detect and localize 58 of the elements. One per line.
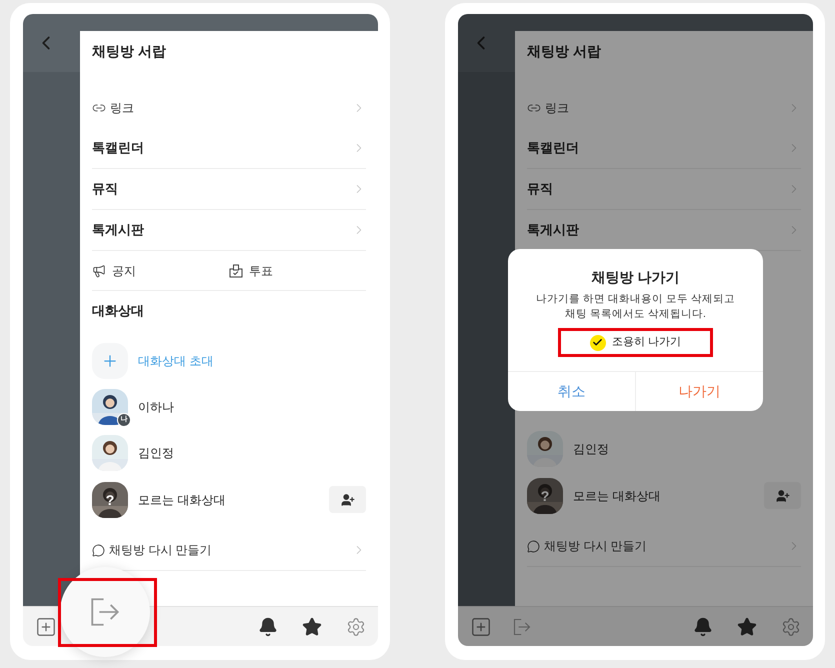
speech-bubble-icon xyxy=(92,544,105,556)
vote-item[interactable]: 투표 xyxy=(229,262,366,280)
menu-item[interactable]: 뮤직 xyxy=(527,169,801,210)
dialog-title: 채팅방 나가기 xyxy=(592,268,680,287)
notice-label: 공지 xyxy=(112,262,136,280)
member-item[interactable]: 김인정 xyxy=(527,426,801,472)
speech-bubble-icon xyxy=(527,540,540,552)
member-name: 김인정 xyxy=(138,445,174,462)
bell-icon[interactable] xyxy=(258,616,278,636)
member-name: 모르는 대화상대 xyxy=(573,488,660,504)
member-name: 김인정 xyxy=(573,441,609,458)
link-item[interactable]: 링크 xyxy=(527,88,801,128)
menu-item[interactable]: 톡캘린더 xyxy=(527,128,801,169)
question-mark: ? xyxy=(540,488,550,504)
check-icon xyxy=(592,337,604,348)
plus-square-icon[interactable] xyxy=(35,616,57,638)
menu-label: 톡캘린더 xyxy=(92,139,144,158)
option-label: 조용히 나가기 xyxy=(612,335,682,350)
notice-item[interactable]: 공지 xyxy=(92,262,229,280)
question-mark: ? xyxy=(105,492,115,508)
plus-square-icon[interactable] xyxy=(470,616,492,638)
menu-item[interactable]: 뮤직 xyxy=(92,169,366,210)
recreate-label: 채팅방 다시 만들기 xyxy=(544,538,647,555)
ballot-box-icon xyxy=(229,264,243,278)
member-item[interactable]: ? 모르는 대화상대 xyxy=(92,482,226,518)
recreate-label: 채팅방 다시 만들기 xyxy=(109,542,212,559)
invite-label: 대화상대 초대 xyxy=(138,353,214,370)
settings-icon[interactable] xyxy=(346,616,366,636)
member-item[interactable]: 김인정 xyxy=(92,430,366,476)
member-name: 이하나 xyxy=(138,399,174,416)
menu-label: 톡캘린더 xyxy=(527,139,579,158)
checkbox[interactable] xyxy=(590,334,606,350)
add-friend-button[interactable] xyxy=(329,486,366,513)
menu-label: 톡게시판 xyxy=(92,221,144,240)
settings-icon[interactable] xyxy=(781,616,801,636)
add-person-icon xyxy=(340,492,354,506)
bell-icon[interactable] xyxy=(693,616,713,636)
link-label: 링크 xyxy=(110,100,134,117)
menu-label: 뮤직 xyxy=(92,180,118,198)
megaphone-icon xyxy=(92,264,106,278)
recreate-item[interactable]: 채팅방 다시 만들기 xyxy=(527,526,801,567)
menu-label: 뮤직 xyxy=(527,180,553,198)
member-item[interactable]: ? 모르는 대화상대 xyxy=(527,478,660,514)
menu-label: 톡게시판 xyxy=(527,221,579,240)
link-label: 링크 xyxy=(545,100,569,117)
drawer-title: 채팅방 서랍 xyxy=(92,42,166,60)
add-friend-button[interactable] xyxy=(764,482,801,509)
section-title: 대화상대 xyxy=(92,302,144,320)
member-name: 모르는 대화상대 xyxy=(138,492,226,508)
vote-label: 투표 xyxy=(249,262,273,280)
drawer-title: 채팅방 서랍 xyxy=(527,42,601,60)
menu-item[interactable]: 톡캘린더 xyxy=(92,128,366,169)
dialog-message: 나가기를 하면 대화내용이 모두 삭제되고 채팅 목록에서도 삭제됩니다. xyxy=(536,292,735,322)
link-item[interactable]: 링크 xyxy=(92,88,366,128)
star-icon[interactable] xyxy=(302,616,322,636)
star-icon[interactable] xyxy=(737,616,757,636)
menu-item[interactable]: 톡게시판 xyxy=(92,210,366,251)
add-person-icon xyxy=(776,488,790,502)
